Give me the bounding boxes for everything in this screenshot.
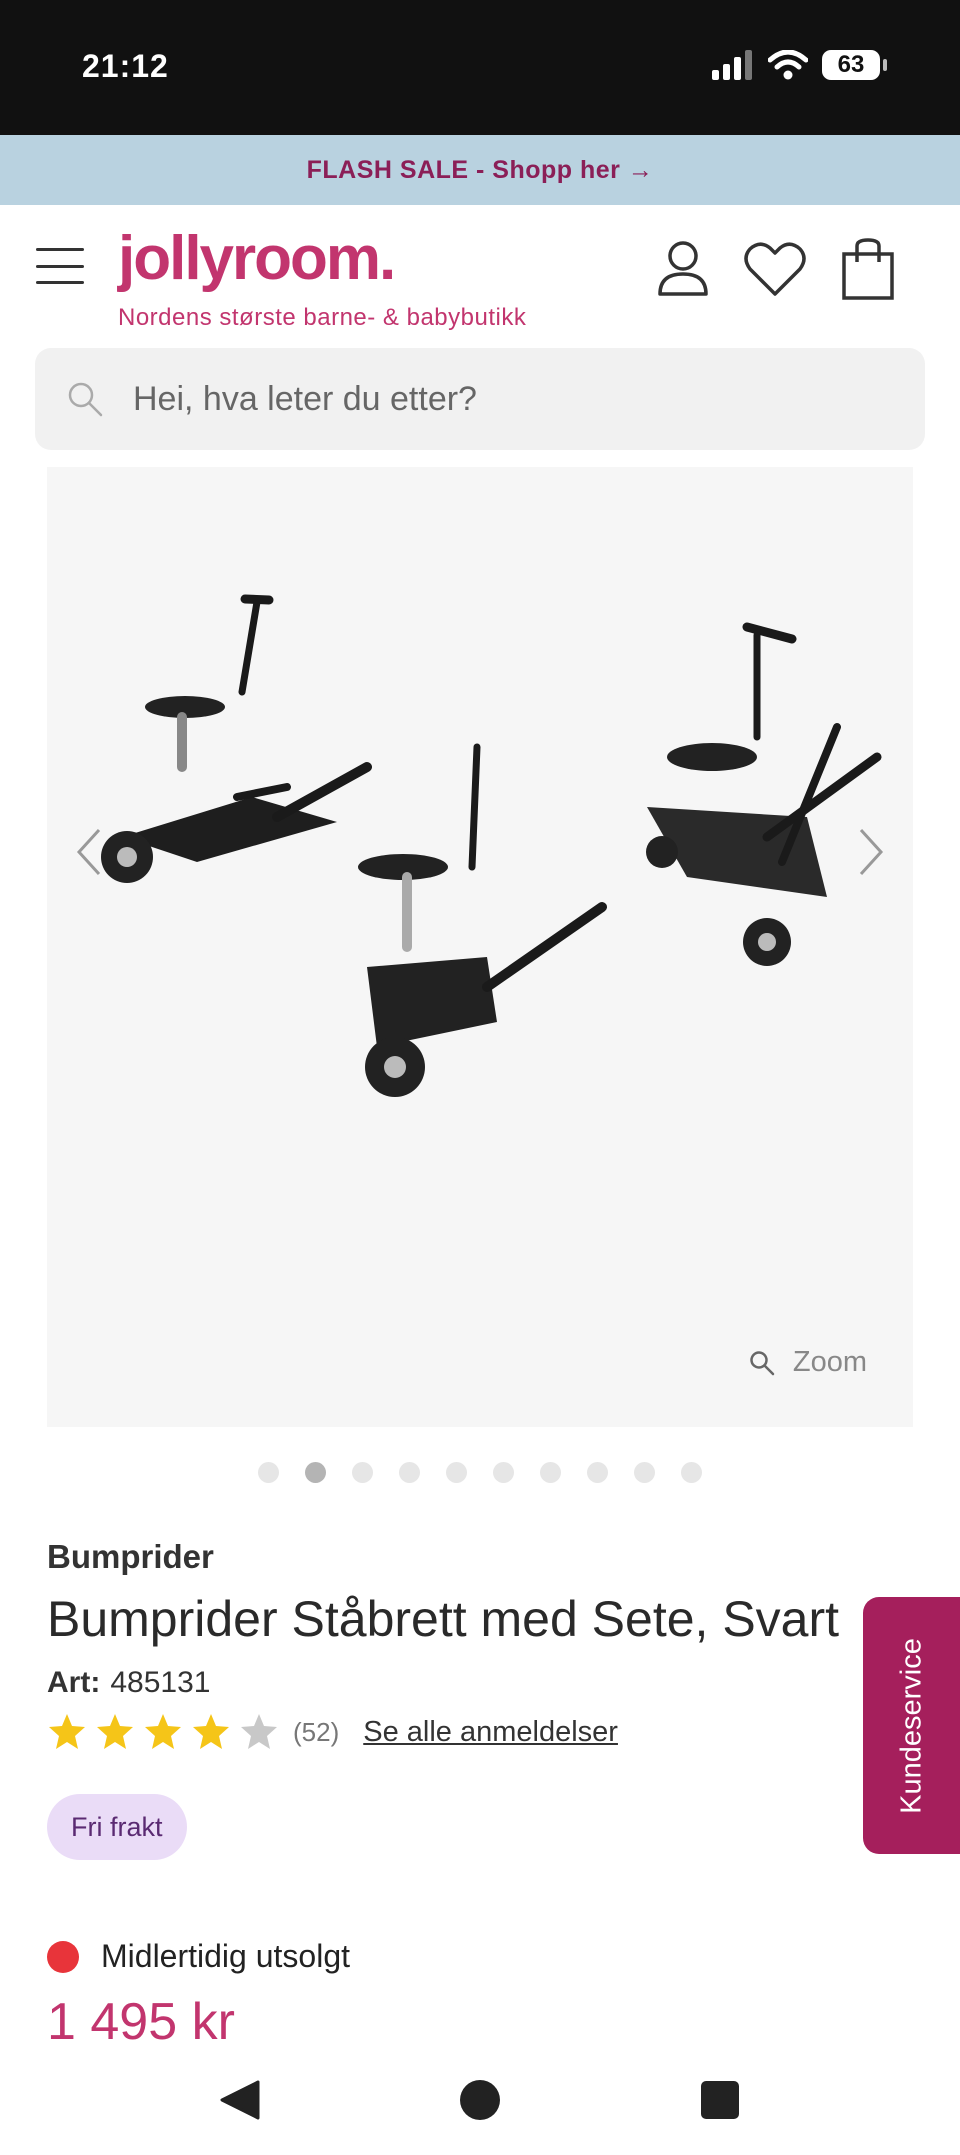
search-input[interactable] bbox=[133, 379, 833, 419]
see-all-reviews-link[interactable]: Se alle anmeldelser bbox=[363, 1716, 618, 1749]
star-filled-icon bbox=[145, 1714, 181, 1749]
customer-service-tab[interactable]: Kundeservice bbox=[863, 1597, 960, 1854]
recents-icon[interactable] bbox=[698, 2078, 742, 2122]
home-icon[interactable] bbox=[458, 2078, 502, 2122]
hamburger-menu-icon[interactable] bbox=[36, 248, 84, 284]
customer-service-label[interactable]: Kundeservice bbox=[895, 1638, 928, 1814]
wifi-icon bbox=[768, 50, 808, 80]
status-time: 21:12 bbox=[82, 48, 169, 84]
product-price: 1 495 kr bbox=[47, 1993, 235, 2051]
stock-status-text: Midlertidig utsolgt bbox=[101, 1938, 350, 1974]
system-nav-bar bbox=[0, 2060, 960, 2155]
gallery-dot[interactable] bbox=[258, 1462, 279, 1483]
gallery-dot[interactable] bbox=[681, 1462, 702, 1483]
stock-status: Midlertidig utsolgt bbox=[47, 1938, 350, 1975]
logo-text[interactable]: jollyroom. bbox=[118, 228, 396, 290]
shopping-bag-icon[interactable] bbox=[835, 236, 901, 302]
search-icon bbox=[68, 382, 103, 417]
search-bar[interactable] bbox=[35, 348, 925, 450]
product-image bbox=[101, 594, 882, 1097]
zoom-label[interactable]: Zoom bbox=[793, 1346, 867, 1379]
logo[interactable]: jollyroom. Nordens største barne- & baby… bbox=[118, 228, 526, 332]
flash-sale-text[interactable]: FLASH SALE - Shopp her → bbox=[307, 156, 654, 185]
gallery-prev-arrow-icon[interactable] bbox=[69, 822, 109, 882]
wishlist-heart-icon[interactable] bbox=[742, 236, 808, 302]
signal-icon bbox=[712, 50, 752, 80]
gallery-dot[interactable] bbox=[634, 1462, 655, 1483]
gallery-pagination-dots[interactable] bbox=[0, 1462, 960, 1483]
gallery-dot[interactable] bbox=[587, 1462, 608, 1483]
logo-tagline: Nordens største barne- & babybutikk bbox=[118, 304, 527, 331]
back-icon[interactable] bbox=[218, 2078, 262, 2122]
gallery-dot[interactable] bbox=[493, 1462, 514, 1483]
star-empty-icon bbox=[241, 1714, 277, 1749]
article-value: 485131 bbox=[110, 1666, 211, 1699]
gallery-next-arrow-icon[interactable] bbox=[851, 822, 891, 882]
gallery-dot[interactable] bbox=[399, 1462, 420, 1483]
gallery-dot[interactable] bbox=[305, 1462, 326, 1483]
star-filled-icon bbox=[97, 1714, 133, 1749]
account-icon[interactable] bbox=[650, 236, 716, 302]
review-count: (52) bbox=[293, 1716, 340, 1747]
article-label: Art: bbox=[47, 1666, 101, 1699]
out-of-stock-dot-icon bbox=[47, 1940, 79, 1973]
battery-level: 63 bbox=[837, 51, 865, 78]
gallery-dot[interactable] bbox=[352, 1462, 373, 1483]
zoom-button[interactable]: Zoom bbox=[749, 1346, 867, 1379]
status-icons: 63 bbox=[710, 50, 887, 80]
star-filled-icon bbox=[49, 1714, 85, 1749]
flash-sale-banner[interactable]: FLASH SALE - Shopp her → bbox=[0, 135, 960, 205]
product-title: Bumprider Ståbrett med Sete, Svart bbox=[47, 1591, 840, 1647]
product-brand[interactable]: Bumprider bbox=[47, 1538, 214, 1576]
zoom-search-icon bbox=[750, 1350, 775, 1375]
gallery-dot[interactable] bbox=[446, 1462, 467, 1483]
article-number: Art: 485131 bbox=[47, 1666, 210, 1700]
gallery-dot[interactable] bbox=[540, 1462, 561, 1483]
rating-stars bbox=[47, 1712, 279, 1752]
battery-icon: 63 bbox=[822, 50, 887, 80]
status-bar: 21:12 63 bbox=[0, 0, 960, 135]
product-image-gallery[interactable]: Zoom bbox=[47, 467, 913, 1427]
free-shipping-badge: Fri frakt bbox=[47, 1794, 187, 1860]
product-rating[interactable]: (52) Se alle anmeldelser bbox=[47, 1712, 618, 1752]
star-filled-icon bbox=[193, 1714, 229, 1749]
